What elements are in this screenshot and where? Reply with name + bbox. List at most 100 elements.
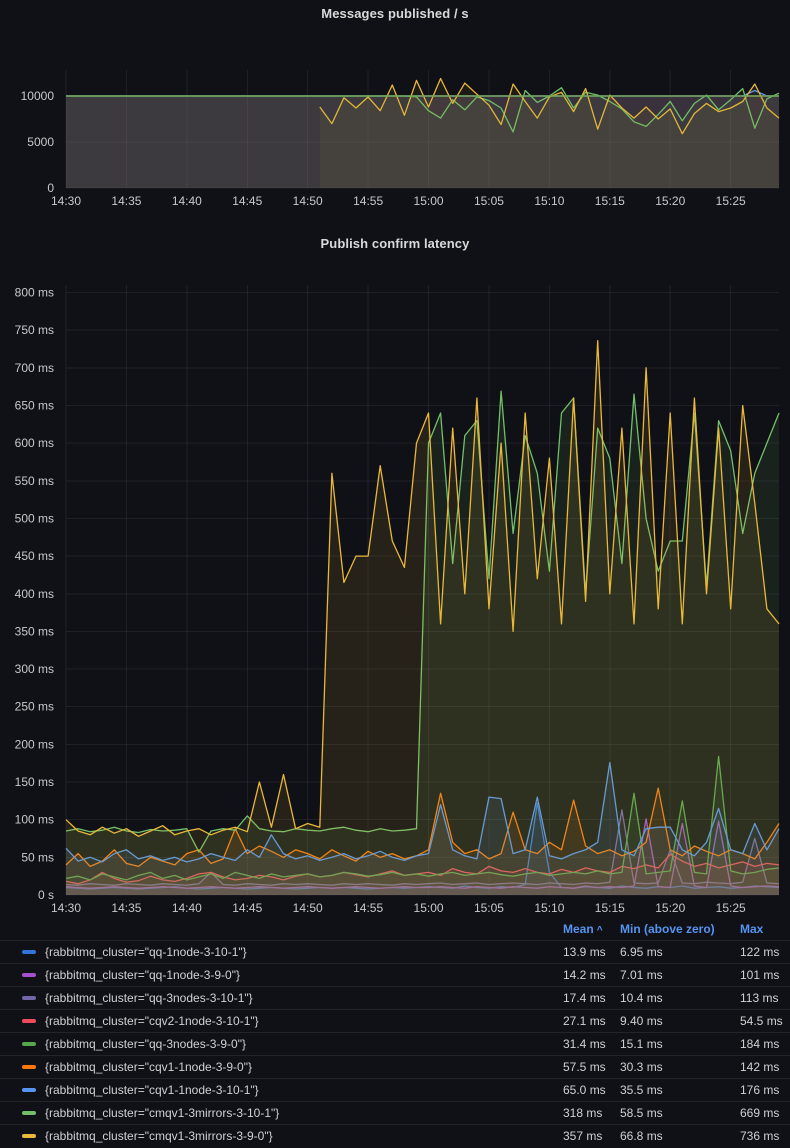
- svg-text:250 ms: 250 ms: [15, 700, 54, 714]
- series-mean-value: 17.4 ms: [563, 987, 606, 1010]
- series-label[interactable]: {rabbitmq_cluster="qq-1node-3-10-1"}: [45, 945, 247, 959]
- series-max-value: 176 ms: [740, 1079, 779, 1102]
- legend-header-max[interactable]: Max: [740, 918, 763, 940]
- svg-text:14:55: 14:55: [353, 194, 383, 208]
- series-max-value: 113 ms: [740, 987, 778, 1010]
- legend-row: {rabbitmq_cluster="cqv2-1node-3-10-1"} 27…: [0, 1009, 790, 1032]
- series-color-swatch[interactable]: [22, 996, 36, 1000]
- legend-row: {rabbitmq_cluster="cmqv1-3mirrors-3-10-1…: [0, 1101, 790, 1124]
- series-mean-value: 27.1 ms: [563, 1010, 606, 1033]
- svg-text:14:40: 14:40: [172, 901, 202, 915]
- svg-text:0: 0: [47, 181, 54, 195]
- svg-text:14:40: 14:40: [172, 194, 202, 208]
- legend-row: {rabbitmq_cluster="cqv1-1node-3-9-0"}57.…: [0, 1055, 790, 1078]
- series-label[interactable]: {rabbitmq_cluster="cqv2-1node-3-10-1"}: [45, 1014, 259, 1028]
- svg-text:200 ms: 200 ms: [15, 737, 54, 751]
- series-max-value: 54.5 ms: [740, 1010, 783, 1033]
- series-color-swatch[interactable]: [22, 1065, 36, 1069]
- messages-published-chart[interactable]: 050001000014:3014:3514:4014:4514:5014:55…: [0, 0, 790, 230]
- svg-text:14:35: 14:35: [111, 901, 141, 915]
- svg-text:750 ms: 750 ms: [15, 323, 54, 337]
- series-color-swatch[interactable]: [22, 1088, 36, 1092]
- legend-table: Mean^ Min (above zero) Max {rabbitmq_clu…: [0, 918, 790, 1144]
- svg-text:15:10: 15:10: [534, 194, 564, 208]
- panel-publish-confirm-latency: Publish confirm latency 0 s50 ms100 ms15…: [0, 230, 790, 918]
- svg-text:15:15: 15:15: [595, 901, 625, 915]
- svg-text:15:20: 15:20: [655, 901, 685, 915]
- series-color-swatch[interactable]: [22, 1042, 36, 1046]
- svg-text:10000: 10000: [21, 89, 55, 103]
- series-label[interactable]: {rabbitmq_cluster="qq-3nodes-3-10-1"}: [45, 991, 253, 1005]
- series-max-value: 736 ms: [740, 1125, 779, 1148]
- legend-row: {rabbitmq_cluster="qq-3nodes-3-10-1"} 17.…: [0, 986, 790, 1009]
- series-color-swatch[interactable]: [22, 1134, 36, 1138]
- series-min-value: 10.4 ms: [620, 987, 663, 1010]
- svg-text:650 ms: 650 ms: [15, 398, 54, 412]
- svg-text:500 ms: 500 ms: [15, 511, 54, 525]
- series-min-value: 7.01 ms: [620, 964, 663, 987]
- series-min-value: 58.5 ms: [620, 1102, 663, 1125]
- series-group: [66, 341, 779, 895]
- panel-messages-published: Messages published / s 050001000014:3014…: [0, 0, 790, 230]
- svg-text:14:50: 14:50: [293, 901, 323, 915]
- series-max-value: 669 ms: [740, 1102, 779, 1125]
- svg-text:15:05: 15:05: [474, 901, 504, 915]
- svg-text:15:25: 15:25: [716, 194, 746, 208]
- chart-canvas[interactable]: 050001000014:3014:3514:4014:4514:5014:55…: [0, 0, 790, 230]
- series-color-swatch[interactable]: [22, 973, 36, 977]
- series-label[interactable]: {rabbitmq_cluster="qq-1node-3-9-0"}: [45, 968, 240, 982]
- svg-text:0 s: 0 s: [38, 888, 54, 902]
- publish-confirm-latency-chart[interactable]: 0 s50 ms100 ms150 ms200 ms250 ms300 ms35…: [0, 230, 790, 918]
- series-mean-value: 357 ms: [563, 1125, 602, 1148]
- svg-text:400 ms: 400 ms: [15, 587, 54, 601]
- svg-text:50 ms: 50 ms: [21, 850, 54, 864]
- legend-header-row: Mean^ Min (above zero) Max: [0, 918, 790, 940]
- svg-text:350 ms: 350 ms: [15, 624, 54, 638]
- series-label[interactable]: {rabbitmq_cluster="cqv1-1node-3-9-0"}: [45, 1060, 252, 1074]
- series-min-value: 66.8 ms: [620, 1125, 663, 1148]
- svg-text:150 ms: 150 ms: [15, 775, 54, 789]
- svg-text:300 ms: 300 ms: [15, 662, 54, 676]
- series-label[interactable]: {rabbitmq_cluster="cqv1-1node-3-10-1"}: [45, 1083, 259, 1097]
- series-max-value: 184 ms: [740, 1033, 779, 1056]
- sort-asc-icon: ^: [597, 925, 603, 936]
- svg-text:14:30: 14:30: [51, 194, 81, 208]
- svg-text:15:00: 15:00: [414, 194, 444, 208]
- svg-text:14:30: 14:30: [51, 901, 81, 915]
- svg-text:15:25: 15:25: [716, 901, 746, 915]
- svg-text:14:50: 14:50: [293, 194, 323, 208]
- svg-text:450 ms: 450 ms: [15, 549, 54, 563]
- series-mean-value: 13.9 ms: [563, 941, 606, 964]
- series-min-value: 35.5 ms: [620, 1079, 663, 1102]
- svg-text:14:45: 14:45: [232, 901, 262, 915]
- svg-text:14:45: 14:45: [232, 194, 262, 208]
- series-color-swatch[interactable]: [22, 950, 36, 954]
- svg-text:800 ms: 800 ms: [15, 286, 54, 300]
- series-max-value: 122 ms: [740, 941, 779, 964]
- series-min-value: 9.40 ms: [620, 1010, 663, 1033]
- series-max-value: 142 ms: [740, 1056, 779, 1079]
- svg-text:15:20: 15:20: [655, 194, 685, 208]
- legend-header-mean[interactable]: Mean^: [563, 918, 603, 942]
- series-color-swatch[interactable]: [22, 1111, 36, 1115]
- series-min-value: 15.1 ms: [620, 1033, 663, 1056]
- series-max-value: 101 ms: [740, 964, 779, 987]
- svg-text:15:15: 15:15: [595, 194, 625, 208]
- series-group: [66, 79, 779, 189]
- series-color-swatch[interactable]: [22, 1019, 36, 1023]
- svg-text:15:10: 15:10: [534, 901, 564, 915]
- svg-text:550 ms: 550 ms: [15, 474, 54, 488]
- legend-header-min[interactable]: Min (above zero): [620, 918, 715, 940]
- legend-row: {rabbitmq_cluster="qq-3nodes-3-9-0"}31.4…: [0, 1032, 790, 1055]
- series-label[interactable]: {rabbitmq_cluster="cmqv1-3mirrors-3-10-1…: [45, 1106, 279, 1120]
- legend-row: {rabbitmq_cluster="cqv1-1node-3-10-1"}65…: [0, 1078, 790, 1101]
- svg-text:700 ms: 700 ms: [15, 361, 54, 375]
- series-label[interactable]: {rabbitmq_cluster="qq-3nodes-3-9-0"}: [45, 1037, 246, 1051]
- series-min-value: 6.95 ms: [620, 941, 663, 964]
- series-min-value: 30.3 ms: [620, 1056, 663, 1079]
- svg-text:600 ms: 600 ms: [15, 436, 54, 450]
- series-label[interactable]: {rabbitmq_cluster="cmqv1-3mirrors-3-9-0"…: [45, 1129, 273, 1143]
- chart-canvas[interactable]: 0 s50 ms100 ms150 ms200 ms250 ms300 ms35…: [0, 230, 790, 918]
- legend-row: {rabbitmq_cluster="qq-1node-3-10-1"} 13.9…: [0, 940, 790, 963]
- svg-text:14:35: 14:35: [111, 194, 141, 208]
